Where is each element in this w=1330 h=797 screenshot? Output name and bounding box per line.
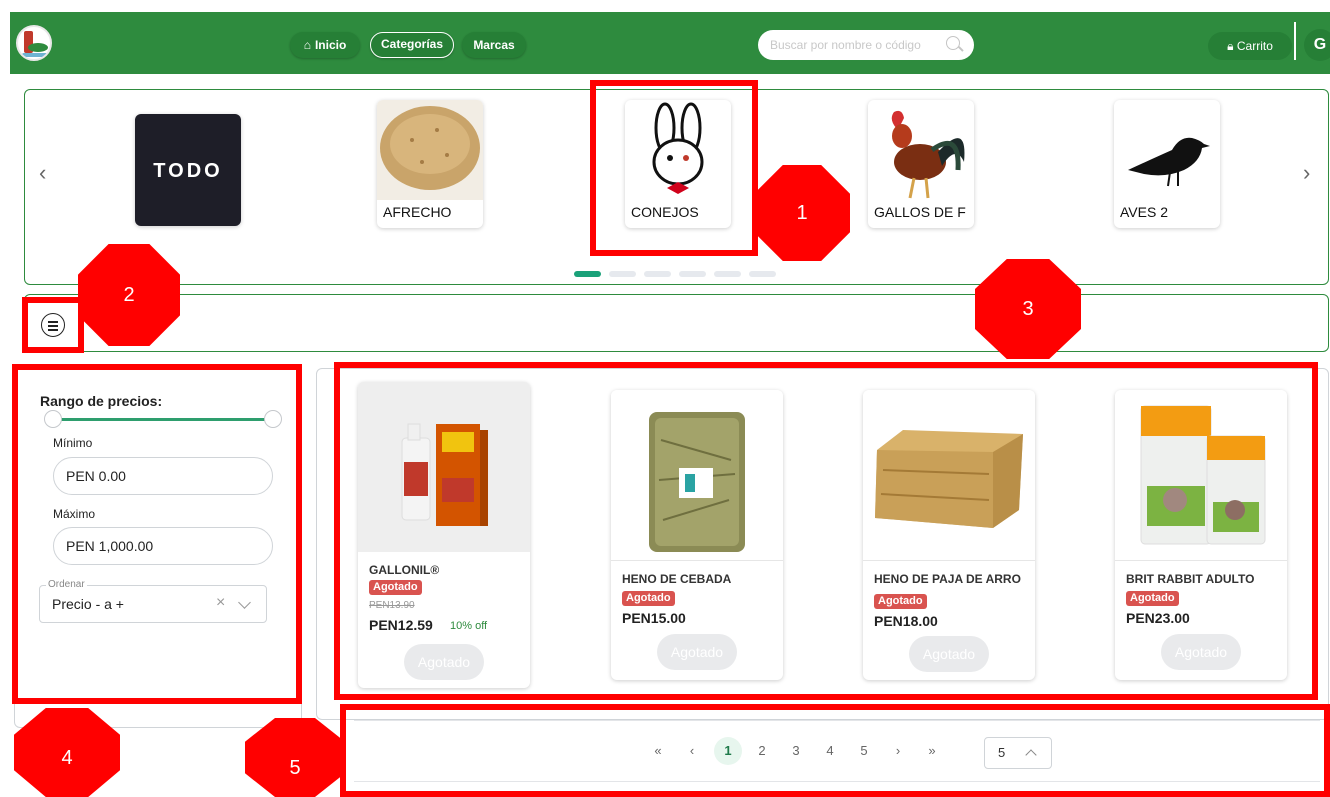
- carousel-dot[interactable]: [749, 271, 776, 277]
- annotation-box-4: [12, 364, 302, 704]
- category-card-gallos[interactable]: GALLOS DE F: [868, 100, 974, 228]
- bird-silhouette-icon: [1128, 137, 1210, 187]
- carousel-pagination-dots: [574, 264, 784, 277]
- nav-divider: [1294, 22, 1296, 60]
- carousel-dot[interactable]: [574, 271, 601, 277]
- search-box: [758, 30, 974, 60]
- home-icon: ⌂: [303, 38, 311, 52]
- annotation-box-1: [590, 80, 758, 256]
- category-label: AFRECHO: [383, 204, 452, 220]
- cart-button[interactable]: 🔒︎ Carrito: [1208, 32, 1292, 60]
- category-label: GALLOS DE F: [874, 204, 966, 220]
- filter-toggle-bar: [24, 294, 1329, 352]
- store-logo[interactable]: [16, 25, 52, 61]
- annotation-marker-1: 1: [754, 165, 850, 261]
- search-icon[interactable]: [946, 36, 960, 50]
- search-input[interactable]: [770, 30, 940, 60]
- annotation-marker-3: 3: [975, 259, 1081, 359]
- category-card-todo[interactable]: TODO: [135, 114, 241, 226]
- nav-categories-button[interactable]: Categorías: [370, 32, 454, 58]
- carousel-next-icon[interactable]: ›: [1303, 160, 1310, 186]
- annotation-box-2: [22, 297, 84, 353]
- bran-image: [377, 100, 483, 200]
- category-card-afrecho[interactable]: AFRECHO: [377, 100, 483, 228]
- carousel-dot[interactable]: [644, 271, 671, 277]
- nav-brands-button[interactable]: Marcas: [462, 32, 526, 58]
- top-navbar: ⌂Inicio Categorías Marcas 🔒︎ Carrito G: [10, 12, 1330, 74]
- category-card-aves[interactable]: AVES 2: [1114, 100, 1220, 228]
- annotation-box-3: [334, 362, 1318, 700]
- category-label: AVES 2: [1120, 204, 1168, 220]
- carousel-dot[interactable]: [679, 271, 706, 277]
- category-label: TODO: [153, 160, 223, 182]
- carousel-dot[interactable]: [609, 271, 636, 277]
- nav-home-button[interactable]: ⌂ Inicio: [290, 32, 360, 58]
- lock-icon: 🔒︎: [1227, 39, 1234, 53]
- carousel-dot[interactable]: [714, 271, 741, 277]
- user-avatar-button[interactable]: G: [1304, 29, 1330, 61]
- annotation-marker-5: 5: [245, 718, 345, 797]
- annotation-box-5: [340, 704, 1330, 797]
- carousel-prev-icon[interactable]: ‹: [39, 160, 46, 186]
- rooster-image: [891, 110, 965, 199]
